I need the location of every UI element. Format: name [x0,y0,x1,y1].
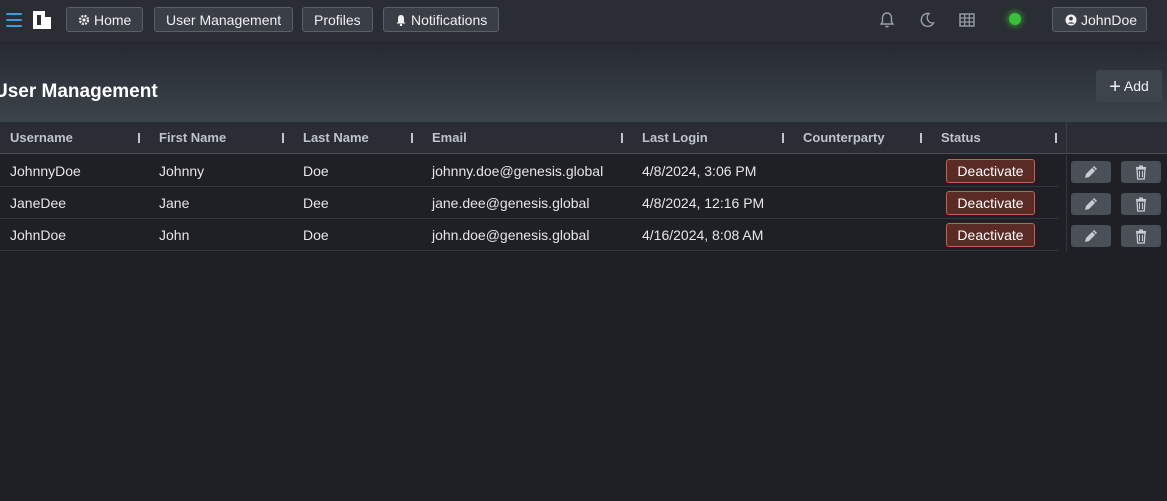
profiles-label: Profiles [314,12,361,28]
top-navbar: Home User Management Profiles Notificati… [0,0,1167,41]
column-header-last-name[interactable]: Last Name [303,122,369,154]
page-header: User Management + Add [0,41,1167,122]
table-row[interactable]: JohnnyDoe Johnny Doe johnny.doe@genesis.… [0,155,1058,187]
column-header-last-login[interactable]: Last Login [642,122,708,154]
user-circle-icon [1065,14,1077,26]
notifications-button[interactable]: Notifications [383,7,500,32]
row-actions [1066,187,1167,219]
cell-email: jane.dee@genesis.global [432,195,590,211]
user-menu-button[interactable]: JohnDoe [1052,7,1147,32]
column-resize-handle[interactable] [282,133,284,143]
add-label: Add [1123,78,1149,94]
deactivate-button[interactable]: Deactivate [946,223,1035,247]
column-header-status[interactable]: Status [941,122,981,154]
grid-icon[interactable] [958,11,976,29]
hamburger-icon[interactable] [6,13,22,27]
connection-status-indicator [1009,13,1021,25]
cell-email: john.doe@genesis.global [432,227,590,243]
pencil-icon [1085,230,1097,242]
user-name-label: JohnDoe [1081,12,1138,28]
cell-username: JohnnyDoe [10,163,81,179]
cell-last-name: Doe [303,163,329,179]
user-management-button[interactable]: User Management [154,7,294,32]
cell-last-name: Dee [303,195,329,211]
column-resize-handle[interactable] [1055,133,1057,143]
column-resize-handle[interactable] [621,133,623,143]
column-resize-handle[interactable] [920,133,922,143]
gear-icon [78,14,90,26]
cell-last-login: 4/16/2024, 8:08 AM [642,227,764,243]
trash-icon [1136,197,1146,212]
cell-email: johnny.doe@genesis.global [432,163,604,179]
home-button[interactable]: Home [66,7,144,32]
table-row[interactable]: JaneDee Jane Dee jane.dee@genesis.global… [0,187,1058,219]
moon-icon[interactable] [918,11,936,29]
trash-icon [1136,229,1146,244]
column-resize-handle[interactable] [782,133,784,143]
profiles-button[interactable]: Profiles [302,7,373,32]
delete-button[interactable] [1121,225,1161,247]
column-header-first-name[interactable]: First Name [159,122,226,154]
table-row[interactable]: JohnDoe John Doe john.doe@genesis.global… [0,219,1058,251]
user-management-label: User Management [166,12,282,28]
column-header-counterparty[interactable]: Counterparty [803,122,885,154]
cell-first-name: Jane [159,195,190,211]
bell-icon[interactable] [878,11,896,29]
column-header-username[interactable]: Username [10,122,73,154]
trash-icon [1136,165,1146,180]
cell-first-name: Johnny [159,163,205,179]
app-logo-icon[interactable] [31,9,53,31]
column-header-email[interactable]: Email [432,122,467,154]
cell-last-name: Doe [303,227,329,243]
cell-last-login: 4/8/2024, 12:16 PM [642,195,765,211]
row-actions [1066,219,1167,251]
notifications-label: Notifications [411,12,488,28]
row-actions [1066,155,1167,187]
grid-header: Username First Name Last Name Email Last… [0,122,1167,154]
cell-last-login: 4/8/2024, 3:06 PM [642,163,757,179]
deactivate-button[interactable]: Deactivate [946,159,1035,183]
delete-button[interactable] [1121,161,1161,183]
home-label: Home [94,12,132,28]
delete-button[interactable] [1121,193,1161,215]
plus-icon: + [1109,76,1121,98]
page-title: User Management [0,81,158,102]
add-user-button[interactable]: + Add [1096,70,1162,102]
pencil-icon [1085,166,1097,178]
column-header-actions [1066,122,1167,154]
bell-icon [396,15,406,26]
column-resize-handle[interactable] [138,133,140,143]
deactivate-button[interactable]: Deactivate [946,191,1035,215]
cell-first-name: John [159,227,190,243]
edit-button[interactable] [1071,193,1111,215]
edit-button[interactable] [1071,161,1111,183]
cell-username: JohnDoe [10,227,67,243]
cell-username: JaneDee [10,195,67,211]
column-resize-handle[interactable] [411,133,413,143]
pencil-icon [1085,198,1097,210]
edit-button[interactable] [1071,225,1111,247]
